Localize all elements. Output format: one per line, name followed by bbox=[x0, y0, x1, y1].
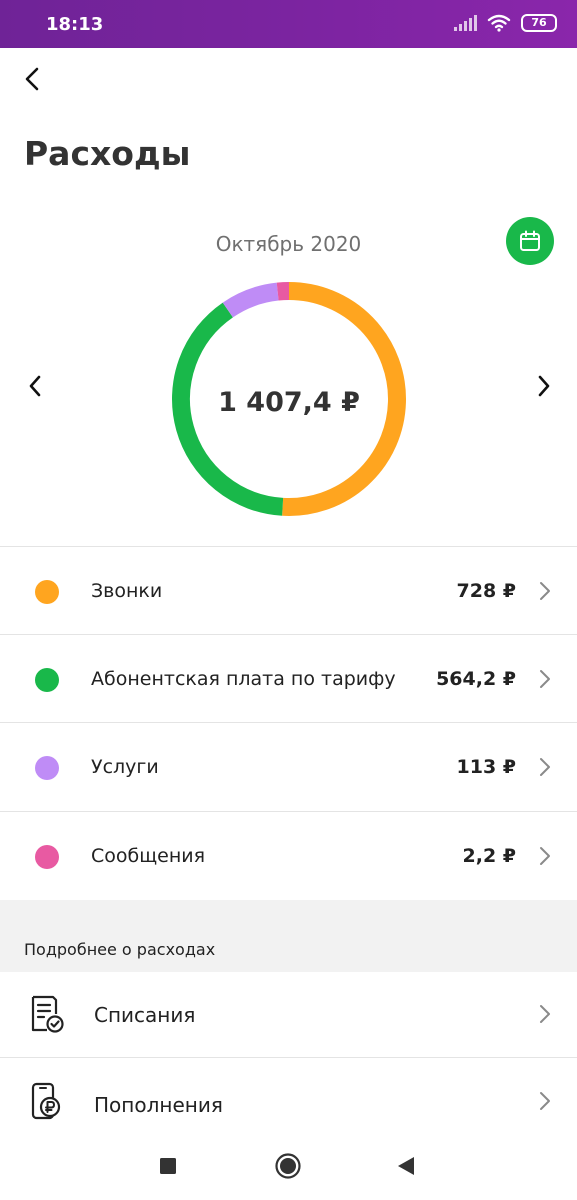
category-color-dot bbox=[35, 668, 59, 692]
category-color-dot bbox=[35, 756, 59, 780]
category-row-messages[interactable]: Сообщения 2,2 ₽ bbox=[0, 812, 577, 900]
back-triangle-icon[interactable] bbox=[392, 1152, 420, 1180]
chevron-right-icon bbox=[540, 670, 550, 688]
status-icons: 76 bbox=[454, 14, 557, 32]
home-circle-icon[interactable] bbox=[274, 1152, 302, 1180]
back-arrow-icon[interactable] bbox=[18, 64, 48, 94]
calendar-button[interactable] bbox=[506, 217, 554, 265]
receipt-check-icon bbox=[31, 995, 64, 1033]
category-amount: 113 ₽ bbox=[456, 756, 517, 778]
category-name: Сообщения bbox=[91, 845, 206, 867]
chevron-right-icon bbox=[540, 758, 550, 776]
signal-icon bbox=[454, 15, 477, 31]
category-name: Звонки bbox=[91, 580, 163, 602]
category-name: Абонентская плата по тарифу bbox=[91, 668, 396, 690]
spending-chart-section: Октябрь 2020 1 407,4 ₽ bbox=[0, 200, 577, 546]
recents-square-icon[interactable] bbox=[154, 1152, 182, 1180]
phone-ruble-icon bbox=[31, 1082, 61, 1120]
category-color-dot bbox=[35, 580, 59, 604]
section-heading: Подробнее о расходах bbox=[24, 940, 216, 959]
category-name: Услуги bbox=[91, 756, 159, 778]
detail-row-charges[interactable]: Списания bbox=[0, 972, 577, 1058]
chevron-right-icon bbox=[540, 847, 550, 865]
total-amount: 1 407,4 ₽ bbox=[218, 387, 360, 418]
category-amount: 2,2 ₽ bbox=[462, 845, 517, 867]
chevron-right-icon bbox=[540, 582, 550, 600]
donut-slice-3 bbox=[276, 282, 290, 301]
page-header: Расходы bbox=[0, 48, 577, 200]
category-color-dot bbox=[35, 845, 59, 869]
detail-row-topups[interactable]: Пополнения bbox=[0, 1058, 577, 1132]
system-nav-bar bbox=[0, 1132, 577, 1200]
chevron-right-icon bbox=[540, 1005, 550, 1023]
detail-label: Пополнения bbox=[94, 1093, 223, 1117]
page-title: Расходы bbox=[24, 134, 191, 173]
status-time: 18:13 bbox=[46, 14, 104, 35]
battery-indicator: 76 bbox=[521, 14, 557, 32]
category-row-services[interactable]: Услуги 113 ₽ bbox=[0, 723, 577, 811]
detail-label: Списания bbox=[94, 1003, 196, 1027]
chevron-right-icon[interactable] bbox=[531, 372, 555, 400]
calendar-icon bbox=[520, 230, 540, 251]
month-label: Октябрь 2020 bbox=[215, 232, 362, 256]
wifi-icon bbox=[487, 14, 511, 32]
category-amount: 564,2 ₽ bbox=[436, 668, 516, 690]
category-row-calls[interactable]: Звонки 728 ₽ bbox=[0, 547, 577, 635]
chevron-right-icon bbox=[540, 1092, 550, 1110]
donut-slice-2 bbox=[222, 282, 279, 318]
chevron-left-icon[interactable] bbox=[24, 372, 48, 400]
status-bar: 18:13 76 bbox=[0, 0, 577, 48]
category-amount: 728 ₽ bbox=[456, 580, 517, 602]
details-section-header: Подробнее о расходах bbox=[0, 900, 577, 972]
category-row-subscription[interactable]: Абонентская плата по тарифу 564,2 ₽ bbox=[0, 635, 577, 723]
